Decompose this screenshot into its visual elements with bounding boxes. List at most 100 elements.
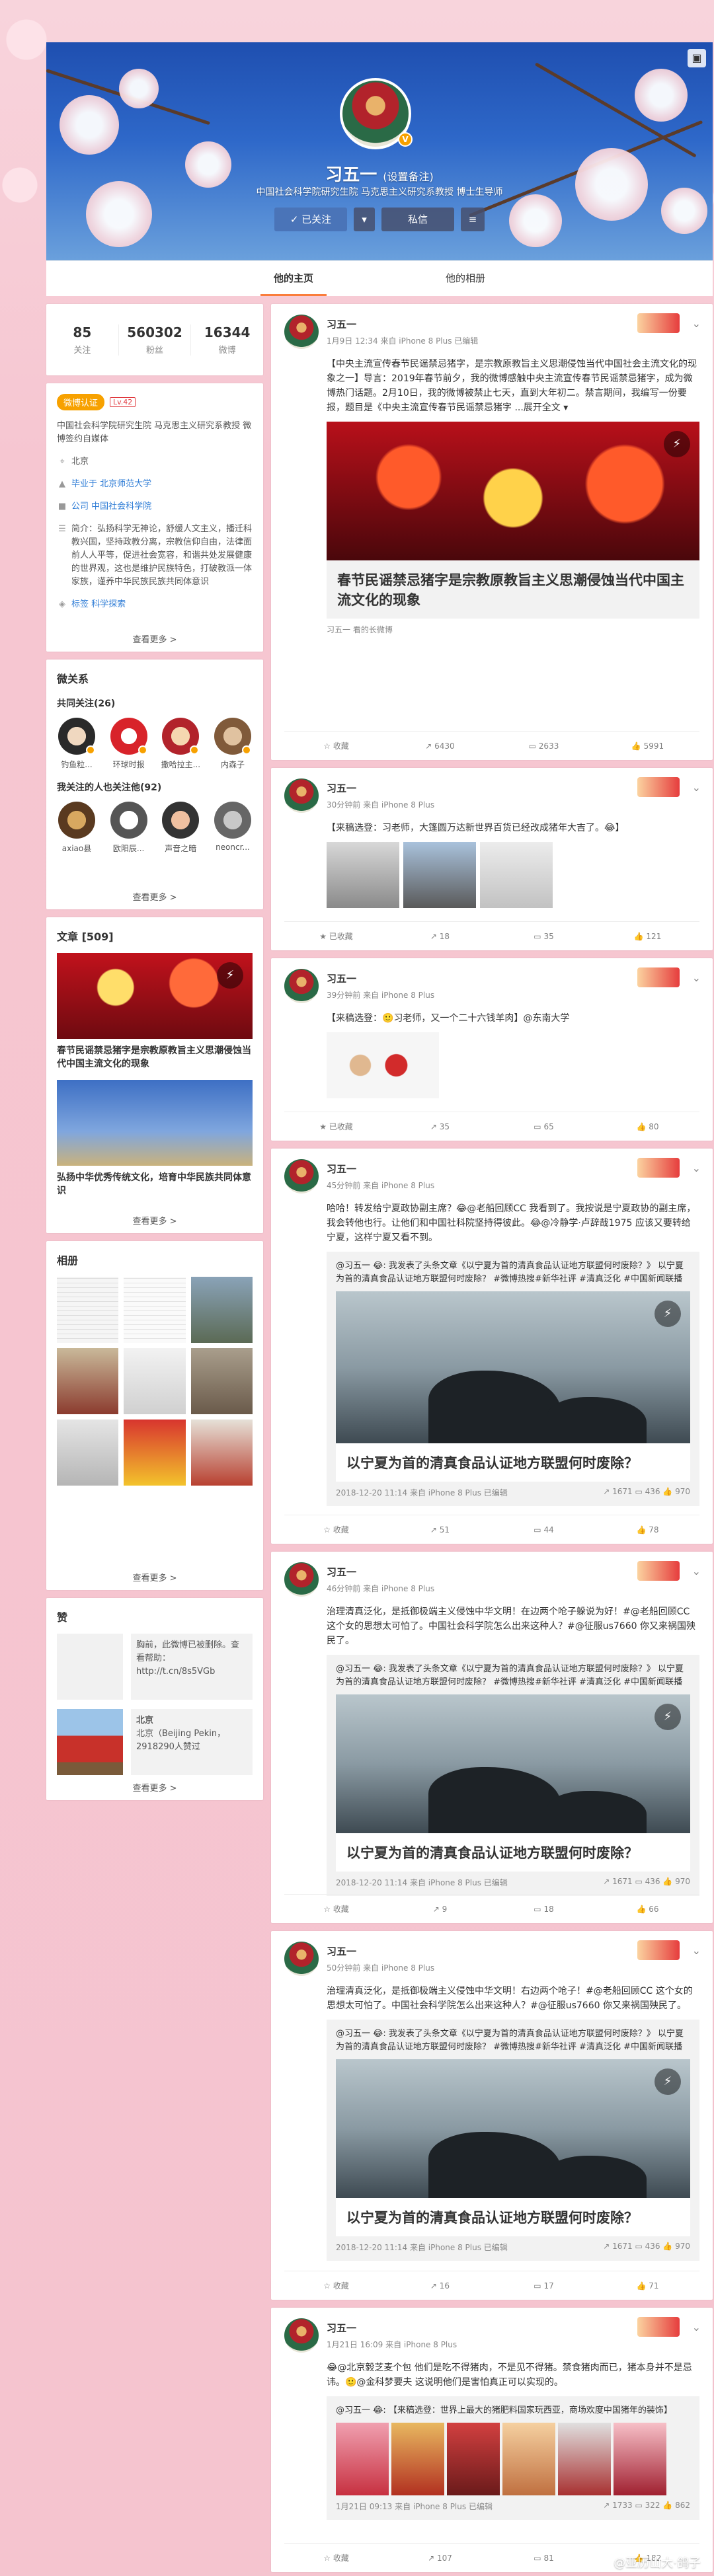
like-button[interactable]: 👍 78 [596,1515,699,1544]
post-avatar[interactable] [284,1159,319,1193]
forwarded-image[interactable]: ⚡ [336,1291,690,1443]
common-follow-user[interactable]: 撒哈拉主... [161,718,200,770]
album-photo[interactable] [190,1348,253,1414]
post-author[interactable]: 习五一 [327,2321,457,2335]
comment-button[interactable]: ▭ 65 [492,1112,596,1141]
comment-button[interactable]: ▭ 17 [492,2271,596,2300]
forwarded-post[interactable]: @习五一 😂: 我发表了头条文章《以宁夏为首的清真食品认证地方联盟何时废除？》 … [327,2020,699,2261]
relations-more-link[interactable]: 查看更多 > [46,890,263,903]
post-avatar[interactable] [284,1942,319,1976]
tags-link[interactable]: 标签 科学探索 [71,598,126,611]
favorite-button[interactable]: ☆ 收藏 [284,732,388,760]
favorite-button[interactable]: ☆ 收藏 [284,2544,388,2572]
forwarded-image[interactable] [336,2423,389,2495]
message-button[interactable]: 私信 [381,208,454,231]
like-thumb[interactable] [57,1709,123,1775]
chevron-down-icon[interactable]: ⌄ [692,1944,701,1957]
post-image[interactable] [327,842,399,908]
post-author[interactable]: 习五一 [327,1944,434,1958]
article-cover[interactable]: ⚡ [327,422,699,560]
articles-more-link[interactable]: 查看更多 > [46,1214,263,1227]
common-follow-title[interactable]: 共同关注(26) [57,697,253,710]
post-avatar[interactable] [284,315,319,349]
post-author[interactable]: 习五一 [327,781,434,795]
post-avatar[interactable] [284,1562,319,1597]
comment-button[interactable]: ▭ 18 [492,1895,596,1923]
post-image[interactable] [480,842,553,908]
chevron-down-icon[interactable]: ⌄ [692,317,701,330]
repost-button[interactable]: ↗ 6430 [388,732,492,760]
chevron-down-icon[interactable]: ⌄ [692,971,701,984]
chevron-down-icon[interactable]: ⌄ [692,1162,701,1174]
comment-button[interactable]: ▭ 35 [492,922,596,950]
forwarded-image[interactable] [502,2423,555,2495]
chevron-down-icon[interactable]: ⌄ [692,1565,701,1577]
album-more-link[interactable]: 查看更多 > [46,1571,263,1583]
menu-icon[interactable]: ≡ [461,208,485,231]
comment-button[interactable]: ▭ 44 [492,1515,596,1544]
post-author[interactable]: 习五一 [327,1162,434,1176]
like-button[interactable]: 👍 5991 [596,732,699,760]
level-badge[interactable]: Lv.42 [110,397,136,407]
forwarded-image[interactable] [558,2423,611,2495]
album-photo[interactable] [57,1277,119,1343]
post-avatar[interactable] [284,2318,319,2353]
friends-follow-user[interactable]: 欧阳辰... [109,802,149,854]
album-photo[interactable] [124,1348,186,1414]
favorite-button[interactable]: ★ 已收藏 [284,1112,388,1141]
favorite-button[interactable]: ★ 已收藏 [284,922,388,950]
tab-home[interactable]: 他的主页 [260,261,327,296]
forwarded-article-title[interactable]: 以宁夏为首的清真食品认证地方联盟何时废除？ [336,2198,690,2236]
skin-icon[interactable]: ▣ [688,49,706,67]
remark-link[interactable]: (设置备注) [383,170,434,183]
album-photo[interactable] [124,1277,186,1343]
common-follow-user[interactable]: 钓鱼粒... [57,718,97,770]
forwarded-image[interactable]: ⚡ [336,2059,690,2198]
like-button[interactable]: 👍 71 [596,2271,699,2300]
info-more-link[interactable]: 查看更多 > [46,632,263,645]
forwarded-article-title[interactable]: 以宁夏为首的清真食品认证地方联盟何时废除？ [336,1833,690,1872]
likes-more-link[interactable]: 查看更多 > [46,1781,263,1794]
like-thumb[interactable] [57,1634,123,1700]
chevron-down-icon[interactable]: ⌄ [692,2321,701,2333]
article-title[interactable]: 弘扬中华优秀传统文化，培育中华民族共同体意识 [57,1171,253,1197]
stat-posts[interactable]: 16344 微博 [191,324,263,356]
school-link[interactable]: 毕业于 北京师范大学 [71,478,151,491]
like-button[interactable]: 👍 66 [596,1895,699,1923]
like-text[interactable]: 北京 北京（Beijing Pekin，2918290人赞过 [131,1709,253,1775]
repost-button[interactable]: ↗ 9 [388,1895,492,1923]
forwarded-image[interactable] [447,2423,500,2495]
post-avatar[interactable] [284,778,319,813]
post-author[interactable]: 习五一 [327,317,478,331]
chevron-down-icon[interactable]: ⌄ [692,781,701,794]
forwarded-post[interactable]: @习五一 😂: 我发表了头条文章《以宁夏为首的清真食品认证地方联盟何时废除？》 … [327,1655,699,1896]
repost-button[interactable]: ↗ 16 [388,2271,492,2300]
stat-following[interactable]: 85 关注 [46,324,119,356]
comment-button[interactable]: ▭ 81 [492,2544,596,2572]
chevron-down-icon[interactable]: ▾ [354,208,375,231]
forwarded-image[interactable] [614,2423,666,2495]
favorite-button[interactable]: ☆ 收藏 [284,2271,388,2300]
comment-button[interactable]: ▭ 2633 [492,732,596,760]
forwarded-post[interactable]: @习五一 😂: 我发表了头条文章《以宁夏为首的清真食品认证地方联盟何时废除？》 … [327,1252,699,1506]
post-image[interactable] [403,842,476,908]
favorite-button[interactable]: ☆ 收藏 [284,1895,388,1923]
repost-button[interactable]: ↗ 51 [388,1515,492,1544]
stat-fans[interactable]: 560302 粉丝 [119,324,192,356]
album-photo[interactable] [190,1420,253,1486]
company-link[interactable]: 公司 中国社会科学院 [71,500,151,513]
like-text[interactable]: 胸前，此微博已被删除。查看帮助：http://t.cn/8s5VGb [131,1634,253,1700]
forwarded-image[interactable]: ⚡ [336,1694,690,1833]
album-photo[interactable] [124,1420,186,1486]
forwarded-post[interactable]: @习五一 😂: 【来稿选登：世界上最大的猪肥料国家玩西亚，商场欢度中国猪年的装饰… [327,2396,699,2520]
common-follow-user[interactable]: 环球时报 [109,718,149,770]
verify-tag[interactable]: 微博认证 [57,394,105,410]
follow-button[interactable]: ✓ 已关注 [274,208,347,231]
like-button[interactable]: 👍 80 [596,1112,699,1141]
common-follow-user[interactable]: 内森子 [213,718,253,770]
article-image[interactable] [57,1080,253,1166]
album-photo[interactable] [57,1348,119,1414]
post-author[interactable]: 习五一 [327,1565,434,1579]
album-photo[interactable] [57,1420,119,1486]
articles-title[interactable]: 文章 [509] [57,928,253,944]
